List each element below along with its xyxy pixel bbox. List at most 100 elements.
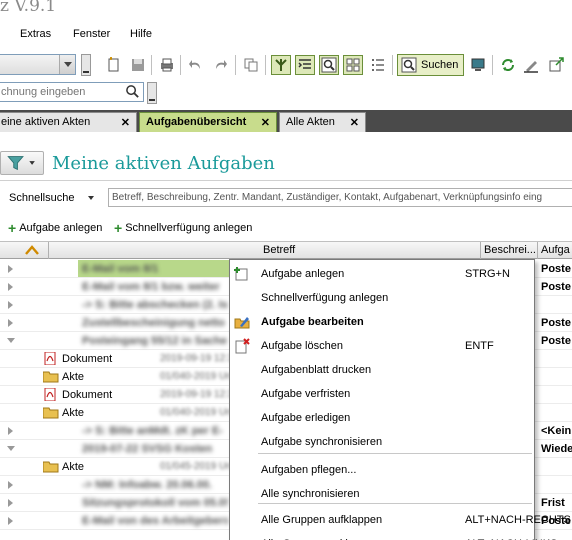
row-subject: -> S: Bitte anMdt. zK per E-: [82, 425, 223, 436]
folder-icon: [42, 406, 59, 419]
chevron-down-icon[interactable]: [59, 55, 75, 74]
menu-item-label: Alle synchronisieren: [261, 488, 360, 500]
child-label: Dokument: [62, 353, 113, 365]
print-icon[interactable]: [157, 55, 177, 75]
row-task-type: Poste: [541, 335, 571, 347]
collapse-all-icon[interactable]: [24, 243, 40, 260]
page-title: Meine aktiven Aufgaben: [52, 153, 275, 174]
menu-extras[interactable]: Extras: [20, 28, 51, 40]
tab-meine-aktiven-akten[interactable]: eine aktiven Akten ✕: [0, 112, 137, 132]
toolbar-separator: [180, 55, 181, 75]
collapsed-arrow-icon[interactable]: [8, 517, 13, 525]
row-subject: Sitzungsprotokoll vom 05.05: [82, 497, 228, 508]
tab-aufgabenuebersicht[interactable]: Aufgabenübersicht ✕: [139, 112, 277, 132]
menu-hilfe[interactable]: Hilfe: [130, 28, 152, 40]
collapsed-arrow-icon[interactable]: [8, 427, 13, 435]
context-menu-item[interactable]: Aufgabenblatt drucken: [230, 358, 534, 382]
close-icon[interactable]: ✕: [261, 116, 270, 129]
quick-search-input[interactable]: Betreff, Beschreibung, Zentr. Mandant, Z…: [108, 188, 572, 207]
add-task-link[interactable]: + Aufgabe anlegen: [8, 221, 103, 235]
zoom-view-icon[interactable]: [319, 55, 339, 75]
export-icon[interactable]: [546, 55, 566, 75]
menu-item-label: Aufgabe bearbeiten: [261, 316, 364, 328]
menu-item-label: Aufgabe synchronisieren: [261, 436, 383, 448]
tab-label: Aufgabenübersicht: [146, 116, 247, 128]
search-input[interactable]: [0, 83, 125, 101]
column-aufgabenart[interactable]: Aufga: [541, 244, 570, 256]
context-menu-item[interactable]: Aufgabe erledigen: [230, 406, 534, 430]
chevron-down-icon[interactable]: [88, 196, 94, 200]
undo-icon[interactable]: [186, 55, 206, 75]
context-menu: Aufgabe anlegen STRG+N Schnellverfügung an…: [229, 259, 571, 540]
save-icon[interactable]: [128, 55, 148, 75]
folder-icon: [42, 460, 59, 473]
add-task-label: Aufgabe anlegen: [19, 222, 103, 234]
menu-item-label: Aufgabe verfristen: [261, 388, 351, 400]
pdf-document-icon: [43, 387, 57, 402]
context-menu-item[interactable]: Aufgabe verfristen: [230, 382, 534, 406]
row-subject: Posteingang 55/12 in Sache: [82, 335, 227, 346]
collapsed-arrow-icon[interactable]: [8, 265, 13, 273]
funnel-icon: [7, 156, 35, 171]
tab-label: Alle Akten: [286, 116, 335, 128]
context-menu-item[interactable]: Aufgabe löschen ENTF: [230, 334, 534, 358]
pdf-document-icon: [43, 351, 57, 366]
search-field[interactable]: [0, 82, 144, 102]
context-menu-item[interactable]: Aufgabe synchronisieren: [230, 430, 534, 454]
list-indent-icon[interactable]: [295, 55, 315, 75]
close-icon[interactable]: ✕: [350, 116, 359, 129]
add-task-icon: [234, 266, 250, 282]
monitor-icon[interactable]: [468, 55, 488, 75]
column-betreff[interactable]: Betreff: [263, 244, 295, 256]
collapsed-arrow-icon[interactable]: [8, 283, 13, 291]
collapsed-arrow-icon[interactable]: [8, 319, 13, 327]
search-icon[interactable]: [125, 84, 140, 102]
collapsed-arrow-icon[interactable]: [8, 499, 13, 507]
toolbar-separator: [492, 55, 493, 75]
tab-strip: eine aktiven Akten ✕ Aufgabenübersicht ✕…: [0, 110, 572, 132]
numbered-list-icon[interactable]: [368, 55, 388, 75]
menu-separator: [258, 503, 532, 504]
row-subject: E-Mail vom 8/1: [82, 263, 159, 274]
toolbar-overflow-button[interactable]: [81, 54, 91, 76]
menu-separator: [258, 453, 532, 454]
column-beschreibung[interactable]: Beschrei...: [484, 244, 536, 256]
child-label: Akte: [62, 461, 85, 473]
copy-icon[interactable]: [241, 55, 261, 75]
search-button[interactable]: Suchen: [397, 54, 464, 76]
child-label: Akte: [62, 371, 85, 383]
tree-filter-icon[interactable]: [271, 55, 291, 75]
sync-icon[interactable]: [498, 55, 518, 75]
new-document-icon[interactable]: [104, 55, 124, 75]
close-icon[interactable]: ✕: [121, 116, 130, 129]
tab-alle-akten[interactable]: Alle Akten ✕: [279, 112, 366, 132]
context-menu-item[interactable]: Aufgabe anlegen STRG+N: [230, 262, 534, 286]
child-label: Akte: [62, 407, 85, 419]
row-task-type: Poste: [541, 281, 571, 293]
edit-pen-icon[interactable]: [521, 55, 541, 75]
row-subject: E-Mail vom 8/1 bzw. weiter: [82, 281, 220, 292]
context-menu-item[interactable]: Aufgabe bearbeiten: [230, 310, 534, 334]
expanded-arrow-icon[interactable]: [7, 446, 15, 451]
search-button-label: Suchen: [421, 59, 459, 71]
grid-view-icon[interactable]: [343, 55, 363, 75]
menu-fenster[interactable]: Fenster: [73, 28, 110, 40]
collapsed-arrow-icon[interactable]: [8, 301, 13, 309]
context-menu-item[interactable]: Aufgaben pflegen...: [230, 458, 534, 482]
divider: [0, 180, 572, 181]
child-info: 2019-09-19 12:30: [160, 389, 239, 400]
redo-icon[interactable]: [210, 55, 230, 75]
context-menu-item[interactable]: Alle Gruppen aufklappen ALT+NACH-RECHTS: [230, 508, 571, 532]
row-task-type: Poste: [541, 317, 571, 329]
search-options-button[interactable]: [147, 82, 157, 104]
collapsed-arrow-icon[interactable]: [8, 481, 13, 489]
context-menu-item[interactable]: Schnellverfügung anlegen: [230, 286, 534, 310]
filter-button[interactable]: [0, 151, 44, 175]
add-quick-order-link[interactable]: + Schnellverfügung anlegen: [114, 221, 252, 235]
expanded-arrow-icon[interactable]: [7, 338, 15, 343]
mandant-combo[interactable]: [0, 54, 76, 75]
menu-item-label: Aufgabe löschen: [261, 340, 343, 352]
menu-item-shortcut: ALT+NACH-RECHTS: [465, 514, 571, 526]
quick-search-label: Schnellsuche: [9, 192, 75, 204]
context-menu-item[interactable]: Alle Gruppen zuklappenALT+NACH-LINKS: [230, 532, 557, 540]
